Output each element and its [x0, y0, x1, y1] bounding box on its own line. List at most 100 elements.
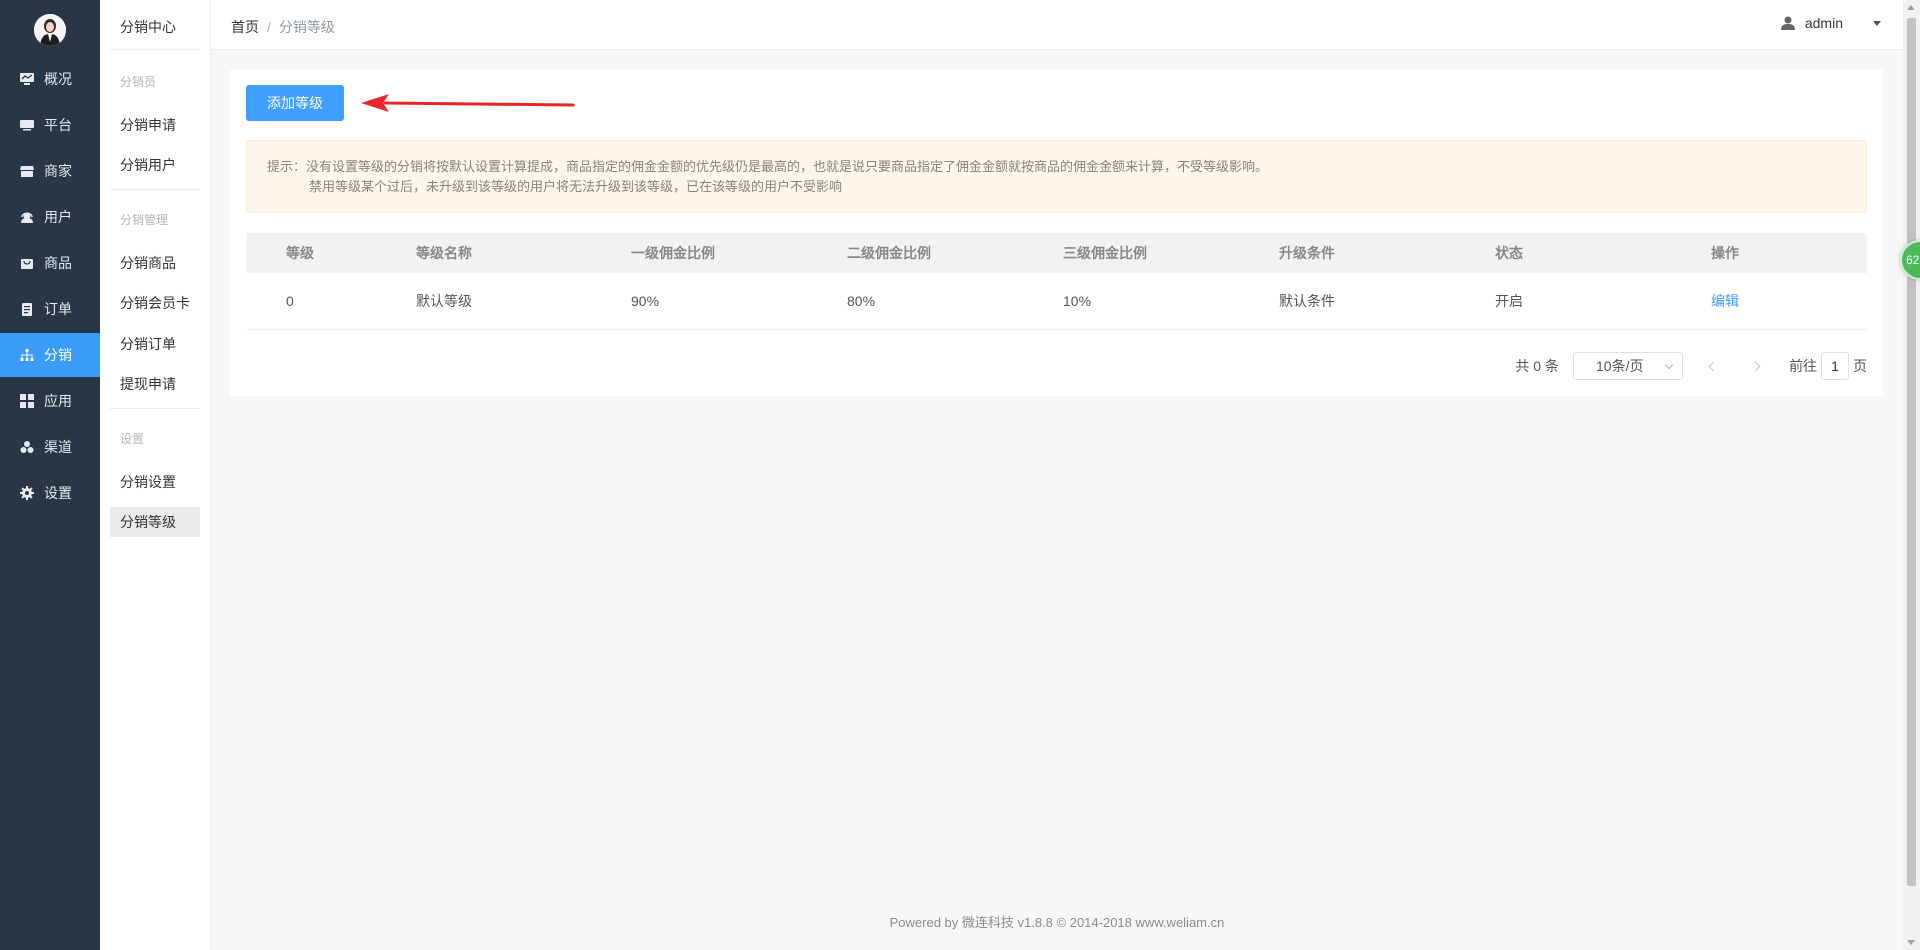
nav-item-distribution[interactable]: 分销	[0, 333, 100, 377]
table-header-row: 等级 等级名称 一级佣金比例 二级佣金比例 三级佣金比例 升级条件 状态 操作	[246, 233, 1867, 273]
main-sidebar: 概况 平台 商家 用户 商品 订单 分销 应用 渠道 设置	[0, 0, 100, 950]
cell-rate-2: 80%	[847, 273, 1063, 330]
user-name: admin	[1804, 15, 1843, 31]
breadcrumb-home[interactable]: 首页	[231, 19, 259, 35]
group-label-settings: 设置	[120, 432, 145, 446]
levels-table: 等级 等级名称 一级佣金比例 二级佣金比例 三级佣金比例 升级条件 状态 操作 …	[246, 233, 1867, 330]
add-level-button[interactable]: 添加等级	[246, 85, 344, 121]
nav-item-label: 分销	[44, 347, 72, 363]
user-icon	[1780, 16, 1795, 30]
sub-item-member-card[interactable]: 分销会员卡	[110, 288, 200, 318]
avatar[interactable]	[34, 14, 66, 46]
vertical-scrollbar[interactable]	[1903, 0, 1920, 950]
sub-sidebar: 分销中心 分销员 分销申请 分销用户 分销管理 分销商品 分销会员卡 分销订单 …	[100, 0, 211, 950]
sub-item-distribution-settings[interactable]: 分销设置	[110, 467, 200, 497]
header-status: 状态	[1495, 233, 1711, 273]
group-label-distributor: 分销员	[120, 75, 157, 89]
clipboard-icon	[20, 302, 34, 316]
header-upgrade-condition: 升级条件	[1279, 233, 1495, 273]
header-level-name: 等级名称	[416, 233, 631, 273]
cubes-icon	[20, 440, 34, 454]
header-rate-3: 三级佣金比例	[1063, 233, 1279, 273]
header-level: 等级	[246, 233, 416, 273]
nav-item-channel[interactable]: 渠道	[0, 425, 100, 469]
edit-link[interactable]: 编辑	[1711, 293, 1739, 309]
page-size-select[interactable]: 10条/页	[1573, 352, 1683, 380]
chevron-left-icon	[1708, 361, 1718, 371]
breadcrumb: 首页 / 分销等级	[231, 17, 335, 37]
nav-item-label: 渠道	[44, 439, 72, 455]
prev-page-button[interactable]	[1701, 352, 1725, 380]
table-row: 0 默认等级 90% 80% 10% 默认条件 开启 编辑	[246, 273, 1867, 330]
sub-item-withdraw[interactable]: 提现申请	[110, 369, 200, 399]
nav-item-label: 商家	[44, 163, 72, 179]
breadcrumb-separator: /	[267, 19, 271, 35]
sub-item-orders[interactable]: 分销订单	[110, 329, 200, 359]
nav-item-merchant[interactable]: 商家	[0, 149, 100, 193]
avatar-image	[34, 14, 66, 46]
red-arrow-annotation-icon	[361, 94, 575, 112]
divider	[110, 408, 200, 409]
goto-prefix: 前往	[1789, 358, 1817, 374]
nav-item-label: 订单	[44, 301, 72, 317]
nav-item-settings[interactable]: 设置	[0, 471, 100, 515]
grid-icon	[20, 394, 34, 408]
nav-item-label: 应用	[44, 393, 72, 409]
divider	[110, 49, 200, 50]
scrollbar-thumb[interactable]	[1907, 18, 1916, 886]
nav-item-platform[interactable]: 平台	[0, 103, 100, 147]
nav-item-user[interactable]: 用户	[0, 195, 100, 239]
cell-actions: 编辑	[1711, 273, 1867, 330]
gear-icon	[20, 486, 34, 500]
sub-item-distribution-levels[interactable]: 分销等级	[110, 507, 200, 537]
group-label-management: 分销管理	[120, 213, 169, 227]
desktop-icon	[20, 118, 34, 132]
scroll-up-arrow-icon[interactable]	[1907, 5, 1915, 10]
footer: Powered by 微连科技 v1.8.8 © 2014-2018 www.w…	[889, 915, 1225, 930]
cell-rate-3: 10%	[1063, 273, 1279, 330]
headset-user-icon	[20, 210, 34, 224]
chevron-right-icon	[1750, 361, 1760, 371]
store-icon	[20, 164, 34, 178]
nav-item-label: 概况	[44, 71, 72, 87]
divider	[110, 189, 200, 190]
caret-down-icon	[1873, 20, 1881, 26]
header-rate-1: 一级佣金比例	[631, 233, 847, 273]
breadcrumb-current: 分销等级	[278, 19, 335, 35]
page-number-input[interactable]	[1821, 352, 1849, 380]
tip-box: 提示：没有设置等级的分销将按默认设置计算提成，商品指定的佣金金额的优先级仍是最高…	[246, 140, 1867, 213]
header-rate-2: 二级佣金比例	[847, 233, 1063, 273]
monitor-chart-icon	[20, 72, 34, 86]
nav-item-label: 设置	[44, 485, 72, 501]
user-menu[interactable]: admin	[1780, 15, 1881, 31]
cell-level-name: 默认等级	[416, 273, 631, 330]
cell-level: 0	[246, 273, 416, 330]
nav-item-overview[interactable]: 概况	[0, 57, 100, 101]
goto-suffix: 页	[1853, 358, 1867, 374]
nav-item-label: 平台	[44, 117, 72, 133]
bag-icon	[20, 256, 34, 270]
sub-item-apply[interactable]: 分销申请	[110, 110, 200, 140]
page-size-value: 10条/页	[1596, 358, 1644, 374]
next-page-button[interactable]	[1743, 352, 1767, 380]
sub-item-users[interactable]: 分销用户	[110, 150, 200, 180]
pagination-total: 共 0 条	[1515, 358, 1559, 374]
content-panel: 添加等级 提示：没有设置等级的分销将按默认设置计算提成，商品指定的佣金金额的优先…	[230, 70, 1883, 396]
header-actions: 操作	[1711, 233, 1867, 273]
scroll-down-arrow-icon[interactable]	[1907, 940, 1915, 945]
nav-item-apps[interactable]: 应用	[0, 379, 100, 423]
nav-item-goods[interactable]: 商品	[0, 241, 100, 285]
top-bar: 首页 / 分销等级 admin	[211, 0, 1903, 50]
cell-status: 开启	[1495, 273, 1711, 330]
pagination: 共 0 条 10条/页 前往 页	[1515, 352, 1867, 380]
nav-item-label: 商品	[44, 255, 72, 271]
nav-item-order[interactable]: 订单	[0, 287, 100, 331]
chevron-down-icon	[1664, 360, 1674, 370]
sub-sidebar-title: 分销中心	[120, 19, 176, 35]
tip-line-1: 提示：没有设置等级的分销将按默认设置计算提成，商品指定的佣金金额的优先级仍是最高…	[267, 159, 1269, 174]
sitemap-icon	[20, 348, 34, 362]
sub-item-goods[interactable]: 分销商品	[110, 248, 200, 278]
cell-rate-1: 90%	[631, 273, 847, 330]
nav-item-label: 用户	[44, 209, 72, 225]
cell-upgrade-condition: 默认条件	[1279, 273, 1495, 330]
